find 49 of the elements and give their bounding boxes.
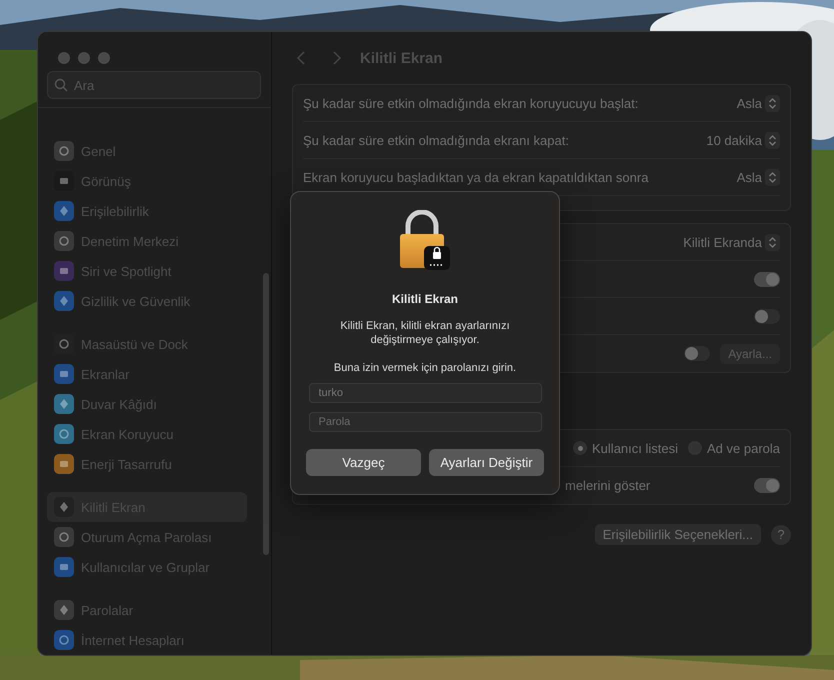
- settings-icon: [54, 364, 74, 384]
- stepper-icon: [765, 94, 780, 112]
- search-icon: [54, 78, 68, 92]
- radio-option[interactable]: Kullanıcı listesi: [573, 440, 678, 456]
- stepper-icon: [765, 168, 780, 186]
- window-control[interactable]: [98, 52, 110, 64]
- settings-icon: [54, 261, 74, 281]
- settings-icon: [54, 527, 74, 547]
- stepper-icon: [765, 234, 780, 250]
- popup-button[interactable]: Asla: [736, 168, 780, 186]
- dialog-title: Kilitli Ekran: [392, 292, 458, 306]
- dialog-prompt: Buna izin vermek için parolanızı girin.: [334, 362, 516, 374]
- toggle-switch[interactable]: [754, 308, 780, 324]
- dialog-button[interactable]: Ayarları Değiştir: [429, 449, 544, 476]
- scroll-bar[interactable]: [263, 273, 269, 555]
- window-control[interactable]: [78, 52, 90, 64]
- accessibility-options-button[interactable]: Erişilebilirlik Seçenekleri...: [594, 524, 761, 545]
- settings-icon: [54, 424, 74, 444]
- window-control[interactable]: [58, 52, 70, 64]
- settings-icon: [54, 557, 74, 577]
- settings-icon: [54, 394, 74, 414]
- settings-icon: [54, 201, 74, 221]
- back-icon[interactable]: [296, 51, 306, 65]
- setting-label: melerini göster: [565, 478, 650, 493]
- forward-icon[interactable]: [332, 51, 342, 65]
- settings-icon: [54, 291, 74, 311]
- dialog-button[interactable]: Vazgeç: [306, 449, 421, 476]
- setting-label: Ekran koruyucu başladıktan ya da ekran kapatıldıktan sonra: [303, 170, 648, 184]
- settings-icon: [54, 600, 74, 620]
- settings-icon: [54, 497, 74, 517]
- toggle-switch[interactable]: [754, 478, 780, 493]
- padlock-icon: [398, 210, 452, 270]
- username-field[interactable]: turko: [308, 383, 542, 403]
- dialog-message: Kilitli Ekran, kilitli ekran ayarlarınızı değiştirmeye çalışıyor.: [339, 319, 511, 347]
- settings-icon: [54, 454, 74, 474]
- setting-label: Şu kadar süre etkin olmadığında ekranı kapat:: [303, 132, 569, 148]
- popup-button[interactable]: Asla: [736, 94, 780, 112]
- toggle-switch[interactable]: [754, 272, 780, 286]
- password-field[interactable]: Parola: [308, 412, 542, 432]
- radio-option[interactable]: Ad ve parola: [688, 440, 780, 456]
- settings-icon: [54, 171, 74, 191]
- settings-icon: [54, 231, 74, 251]
- help-button[interactable]: ?: [771, 524, 791, 544]
- settings-icon: [54, 630, 74, 650]
- popup-button[interactable]: 10 dakika: [706, 132, 780, 148]
- setting-label: Şu kadar süre etkin olmadığında ekran koruyucuyu başlat:: [303, 96, 638, 110]
- popup-button[interactable]: Kilitli Ekranda: [683, 234, 780, 250]
- settings-icon: [54, 141, 74, 161]
- stepper-icon: [765, 132, 780, 148]
